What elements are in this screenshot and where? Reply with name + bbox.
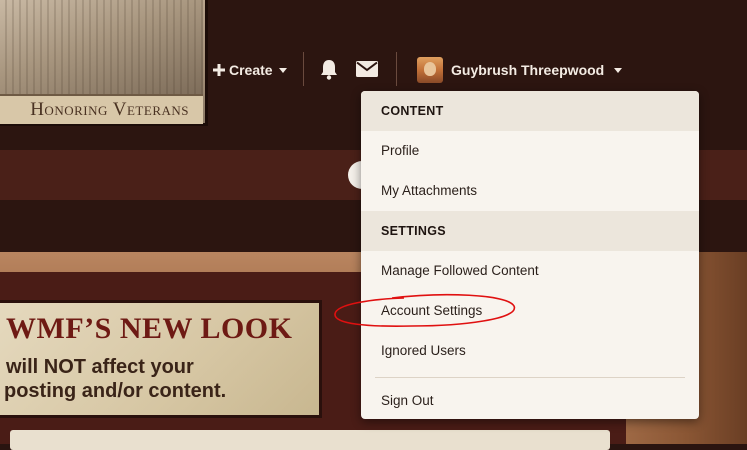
menu-item-profile[interactable]: Profile: [361, 131, 699, 171]
site-logo[interactable]: Honoring Veterans: [0, 0, 208, 126]
mail-icon: [356, 61, 378, 77]
header-divider: [396, 52, 397, 86]
plus-icon: [213, 64, 225, 76]
menu-item-account-settings[interactable]: Account Settings: [361, 291, 699, 331]
menu-item-attachments[interactable]: My Attachments: [361, 171, 699, 211]
announcement-title: WMF’S NEW LOOK: [6, 312, 293, 345]
create-label: Create: [229, 62, 273, 78]
create-menu-button[interactable]: Create: [213, 62, 287, 78]
menu-item-followed-content[interactable]: Manage Followed Content: [361, 251, 699, 291]
user-menu-button[interactable]: Guybrush Threepwood: [417, 57, 623, 83]
announcement-card: WMF’S NEW LOOK will NOT affect your post…: [0, 300, 322, 418]
announcement-line-1: will NOT affect your: [6, 356, 194, 378]
username-label: Guybrush Threepwood: [451, 62, 605, 78]
menu-section-content: CONTENT: [361, 91, 699, 131]
notifications-button[interactable]: [318, 58, 340, 85]
announcement-line-2: posting and/or content.: [4, 380, 227, 402]
bell-icon: [321, 60, 337, 80]
header-divider: [303, 52, 304, 86]
menu-item-sign-out[interactable]: Sign Out: [361, 381, 699, 419]
menu-separator: [375, 377, 685, 378]
menu-item-ignored-users[interactable]: Ignored Users: [361, 331, 699, 371]
logo-photo: [0, 0, 203, 94]
caret-down-icon: [278, 67, 287, 73]
menu-section-settings: SETTINGS: [361, 211, 699, 251]
messages-button[interactable]: [356, 61, 378, 82]
post-card: [10, 430, 610, 450]
avatar: [417, 57, 443, 83]
announcement-body: will NOT affect your posting and/or cont…: [4, 355, 314, 403]
caret-down-icon: [614, 67, 623, 73]
logo-banner: Honoring Veterans: [0, 94, 203, 124]
user-dropdown-menu: CONTENT Profile My Attachments SETTINGS …: [361, 91, 699, 419]
